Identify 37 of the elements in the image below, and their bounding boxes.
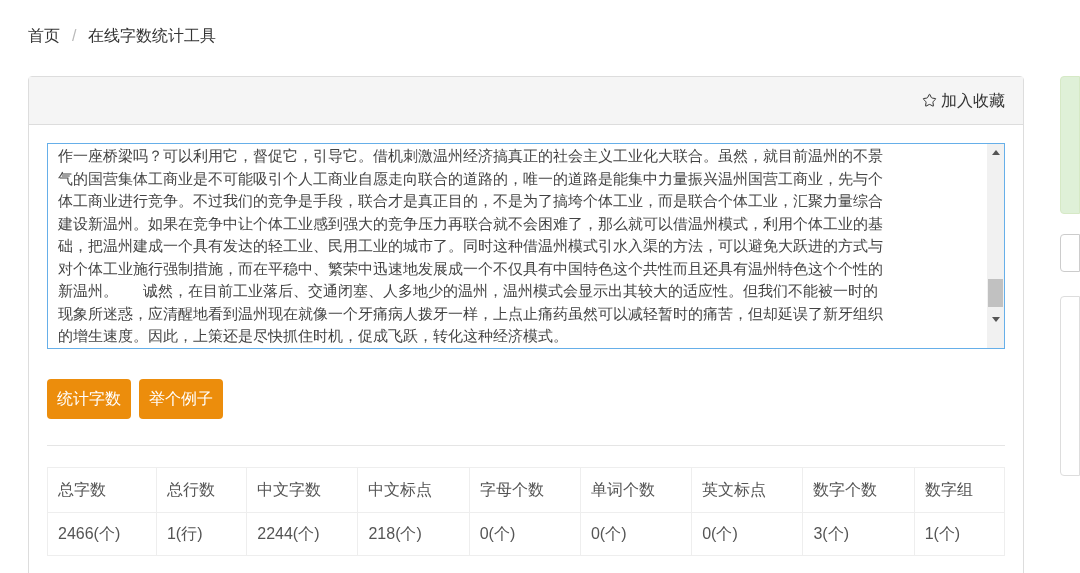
text-line: 气的国营集体工商业是不可能吸引个人工商业自愿走向联合的道路的，唯一的道路是能集中力量振兴温州国营工商业，先与个	[58, 168, 883, 189]
scroll-up-icon[interactable]	[991, 150, 1000, 155]
table-cell: 0(个)	[469, 512, 581, 556]
column-header: 字母个数	[469, 467, 581, 513]
table-cell: 0(个)	[580, 512, 692, 556]
column-header: 中文标点	[357, 467, 470, 513]
table-cell: 218(个)	[357, 512, 470, 556]
table-cell: 2244(个)	[246, 512, 358, 556]
text-line: 的增生速度。因此，上策还是尽快抓住时机，促成飞跃，转化这种经济模式。	[58, 326, 568, 346]
text-line: 新温州。 诚然，在目前工业落后、交通闭塞、人多地少的温州，温州模式会显示出其较大的适应性。但我们不能被一时的	[58, 281, 878, 301]
breadcrumb-item[interactable]: 首页	[28, 24, 60, 48]
text-line: 对个体工业施行强制措施，而在平稳中、繁荣中迅速地发展成一个不仅具有中国特色这个共性而且还具有温州特色这个个性的	[58, 258, 883, 279]
column-header: 总行数	[156, 467, 247, 513]
table-cell: 1(个)	[914, 512, 1005, 556]
favorite-button[interactable]: 加入收藏	[922, 88, 1005, 113]
text-line: 作一座桥梁吗？可以利用它，督促它，引导它。借机刺激温州经济搞真正的社会主义工业化大联合。虽然，就目前温州的不景	[58, 146, 883, 166]
scroll-thumb[interactable]	[988, 279, 1003, 307]
column-header: 单词个数	[580, 467, 692, 513]
text-line: 础，把温州建成一个具有发达的轻工业、民用工业的城市了。同时这种借温州模式引水入渠的方法，可以避免大跃进的方式与	[58, 236, 883, 256]
text-line: 体工商业进行竞争。不过我们的竞争是手段，联合才是真正目的，不是为了搞垮个体工业，而是联合个体工业，汇聚力量综合	[58, 191, 883, 211]
breadcrumb-separator: /	[72, 26, 77, 46]
star-icon	[922, 93, 937, 108]
column-header: 数字组	[914, 467, 1005, 513]
table-cell: 1(行)	[156, 512, 247, 556]
column-header: 总字数	[47, 467, 157, 513]
table-cell: 3(个)	[802, 512, 915, 556]
scroll-down-icon[interactable]	[991, 317, 1000, 322]
breadcrumb-item: 在线字数统计工具	[88, 26, 217, 46]
column-header: 数字个数	[802, 467, 915, 513]
column-header: 中文字数	[246, 467, 358, 513]
text-line: 建设新温州。如果在竞争中让个体工业感到强大的竞争压力再联合就不会困难了，那么就可以借温州模式，利用个体工业的基	[58, 213, 883, 234]
table-cell: 2466(个)	[47, 512, 157, 556]
text-area[interactable]	[47, 143, 1005, 349]
column-header: 英文标点	[691, 467, 803, 513]
text-line: 现象所迷惑，应清醒地看到温州现在就像一个牙痛病人拨牙一样，上点止痛药虽然可以减轻暂时的痛苦，但却延误了新牙组织	[58, 303, 883, 324]
side-panel	[1060, 234, 1080, 272]
table-cell: 0(个)	[691, 512, 803, 556]
